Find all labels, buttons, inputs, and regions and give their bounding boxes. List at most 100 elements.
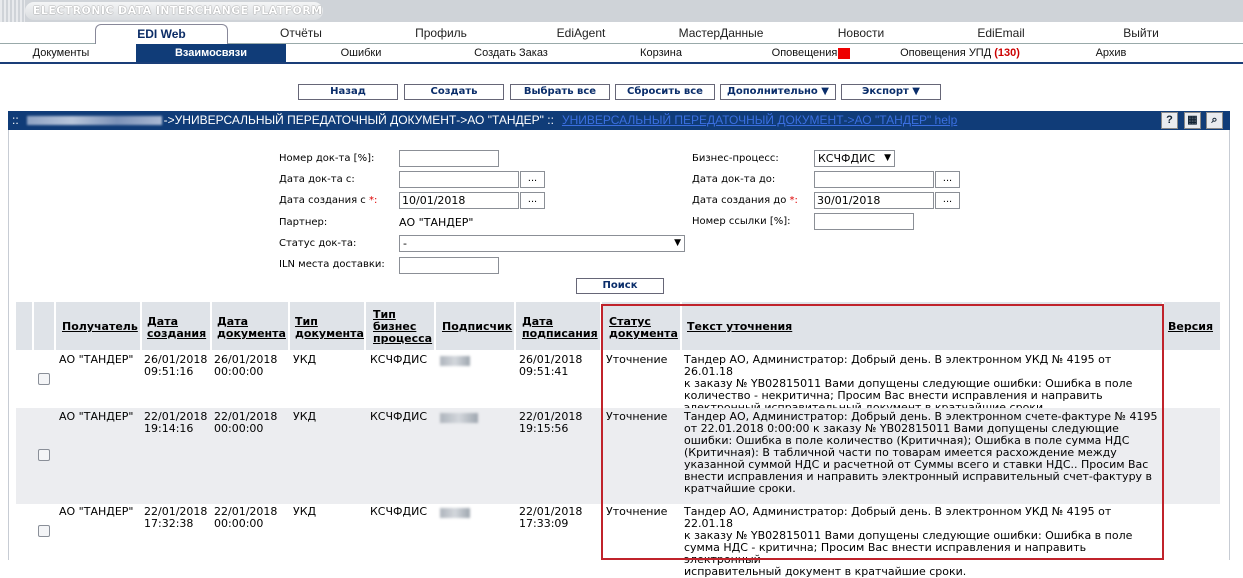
created-from-input[interactable]: 10/01/2018 (399, 192, 519, 209)
process-select-value: КСЧФДИС (818, 152, 876, 165)
doc-date-from-label: Дата док-та с: (279, 174, 355, 185)
cell-signed: 22/01/2018 19:15:56 (519, 410, 583, 435)
nav-edi-web[interactable]: EDI Web (95, 24, 228, 45)
cell-created: 22/01/2018 17:32:38 (144, 505, 208, 530)
cell-doc-type: УКД (293, 410, 317, 423)
more-button[interactable]: Дополнительно ▼ (720, 84, 836, 100)
table-view-icon[interactable]: ▦ (1184, 112, 1201, 129)
blurred-company-name (26, 116, 162, 126)
subnav-cart[interactable]: Корзина (600, 44, 722, 62)
cell-doc-date: 22/01/2018 00:00:00 (214, 505, 278, 530)
cell-created: 26/01/2018 09:51:16 (144, 353, 208, 378)
subnav-notifications-label: Оповещения (771, 47, 838, 59)
process-label: Бизнес-процесс: (692, 153, 779, 164)
subnav-notifications-upd[interactable]: Оповещения УПД (130) (885, 44, 1035, 62)
row-checkbox[interactable] (38, 525, 50, 537)
notifications-upd-count: (130) (994, 47, 1020, 59)
dropdown-arrow-icon: ▼ (674, 238, 681, 248)
cell-recipient: АО "ТАНДЕР" (59, 505, 134, 518)
reset-all-button[interactable]: Сбросить все (615, 84, 715, 100)
nav-reports[interactable]: Отчёты (245, 22, 357, 44)
sub-nav: Документы Взаимосвязи Ошибки Создать Зак… (0, 44, 1243, 64)
top-bar: ELECTRONIC DATA INTERCHANGE PLATFORM (0, 0, 1243, 22)
status-select[interactable]: - ▼ (399, 235, 685, 252)
create-button[interactable]: Создать (404, 84, 504, 100)
process-select[interactable]: КСЧФДИС ▼ (814, 150, 895, 167)
subnav-create-order[interactable]: Создать Заказ (450, 44, 572, 62)
cell-doc-type: УКД (293, 353, 317, 366)
doc-date-from-input[interactable] (399, 171, 519, 188)
dropdown-arrow-icon: ▼ (884, 153, 891, 163)
select-all-button[interactable]: Выбрать все (510, 84, 610, 100)
nav-logout[interactable]: Выйти (1085, 22, 1197, 44)
export-button[interactable]: Экспорт ▼ (841, 84, 941, 100)
doc-date-to-label: Дата док-та до: (692, 174, 776, 185)
partner-label: Партнер: (279, 217, 328, 228)
cell-recipient: АО "ТАНДЕР" (59, 353, 134, 366)
created-from-label-text: Дата создания с (279, 195, 366, 206)
created-to-label: Дата создания до *: (692, 195, 798, 206)
nav-profile[interactable]: Профиль (385, 22, 497, 44)
top-bar-pattern (0, 0, 25, 22)
search-button[interactable]: Поиск (576, 278, 664, 294)
subnav-notifications-upd-label: Оповещения УПД (900, 47, 992, 59)
nav-news[interactable]: Новости (805, 22, 917, 44)
cell-signed: 26/01/2018 09:51:41 (519, 353, 583, 378)
row-checkbox[interactable] (38, 373, 50, 385)
subnav-relations[interactable]: Взаимосвязи (136, 44, 286, 62)
search-icon[interactable]: ⌕ (1206, 112, 1223, 129)
panel-help-link[interactable]: УНИВЕРСАЛЬНЫЙ ПЕРЕДАТОЧНЫЙ ДОКУМЕНТ->АО … (562, 113, 957, 127)
created-from-label: Дата создания с *: (279, 195, 377, 206)
nav-ediagent[interactable]: EdiAgent (525, 22, 637, 44)
header-checkbox-col (36, 302, 56, 350)
blurred-signer (440, 356, 470, 366)
highlight-frame (601, 304, 1164, 560)
doc-date-to-input[interactable] (814, 171, 934, 188)
iln-input[interactable] (399, 257, 499, 274)
created-to-picker-button[interactable]: ... (935, 192, 960, 209)
cell-signed: 22/01/2018 17:33:09 (519, 505, 583, 530)
ref-number-label: Номер ссылки [%]: (692, 216, 791, 227)
ref-number-input[interactable] (814, 213, 914, 230)
doc-date-from-picker-button[interactable]: ... (520, 171, 545, 188)
row-checkbox[interactable] (38, 449, 50, 461)
cell-process: КСЧФДИС (370, 505, 428, 518)
subnav-documents[interactable]: Документы (0, 44, 122, 62)
status-select-value: - (403, 237, 407, 250)
header-spacer (16, 302, 34, 350)
subnav-archive[interactable]: Архив (1050, 44, 1172, 62)
nav-masterdata[interactable]: МастерДанные (665, 22, 777, 44)
doc-date-to-picker-button[interactable]: ... (935, 171, 960, 188)
cell-process: КСЧФДИС (370, 410, 428, 423)
created-to-input[interactable]: 30/01/2018 (814, 192, 934, 209)
partner-value: АО "ТАНДЕР" (399, 216, 474, 229)
main-nav: EDI Web Отчёты Профиль EdiAgent МастерДа… (0, 22, 1243, 45)
created-from-picker-button[interactable]: ... (520, 192, 545, 209)
doc-number-input[interactable] (399, 150, 499, 167)
panel-title-prefix: :: (12, 113, 19, 127)
created-to-label-text: Дата создания до (692, 195, 787, 206)
subnav-notifications[interactable]: Оповещения (750, 44, 872, 62)
cell-doc-date: 26/01/2018 00:00:00 (214, 353, 278, 378)
alert-flag-icon (838, 47, 851, 59)
iln-label: ILN места доставки: (279, 259, 385, 270)
doc-number-label: Номер док-та [%]: (279, 153, 375, 164)
required-star: *: (789, 195, 798, 206)
panel-title: ->УНИВЕРСАЛЬНЫЙ ПЕРЕДАТОЧНЫЙ ДОКУМЕНТ->А… (163, 113, 554, 127)
back-button[interactable]: Назад (298, 84, 398, 100)
col-process[interactable]: Тип бизнес процесса (373, 309, 435, 355)
nav-ediemail[interactable]: EdiEmail (945, 22, 1057, 44)
cell-doc-type: УКД (293, 505, 317, 518)
cell-process: КСЧФДИС (370, 353, 428, 366)
cell-recipient: АО "ТАНДЕР" (59, 410, 134, 423)
help-icon[interactable]: ? (1161, 112, 1178, 129)
blurred-signer (440, 413, 478, 423)
cell-created: 22/01/2018 19:14:16 (144, 410, 208, 435)
cell-doc-date: 22/01/2018 00:00:00 (214, 410, 278, 435)
panel-title-bar: :: ->УНИВЕРСАЛЬНЫЙ ПЕРЕДАТОЧНЫЙ ДОКУМЕНТ-… (8, 111, 1230, 130)
required-star: *: (368, 195, 378, 206)
subnav-errors[interactable]: Ошибки (300, 44, 422, 62)
blurred-signer (440, 508, 470, 518)
status-label: Статус док-та: (279, 238, 357, 249)
platform-title: ELECTRONIC DATA INTERCHANGE PLATFORM (25, 2, 323, 20)
